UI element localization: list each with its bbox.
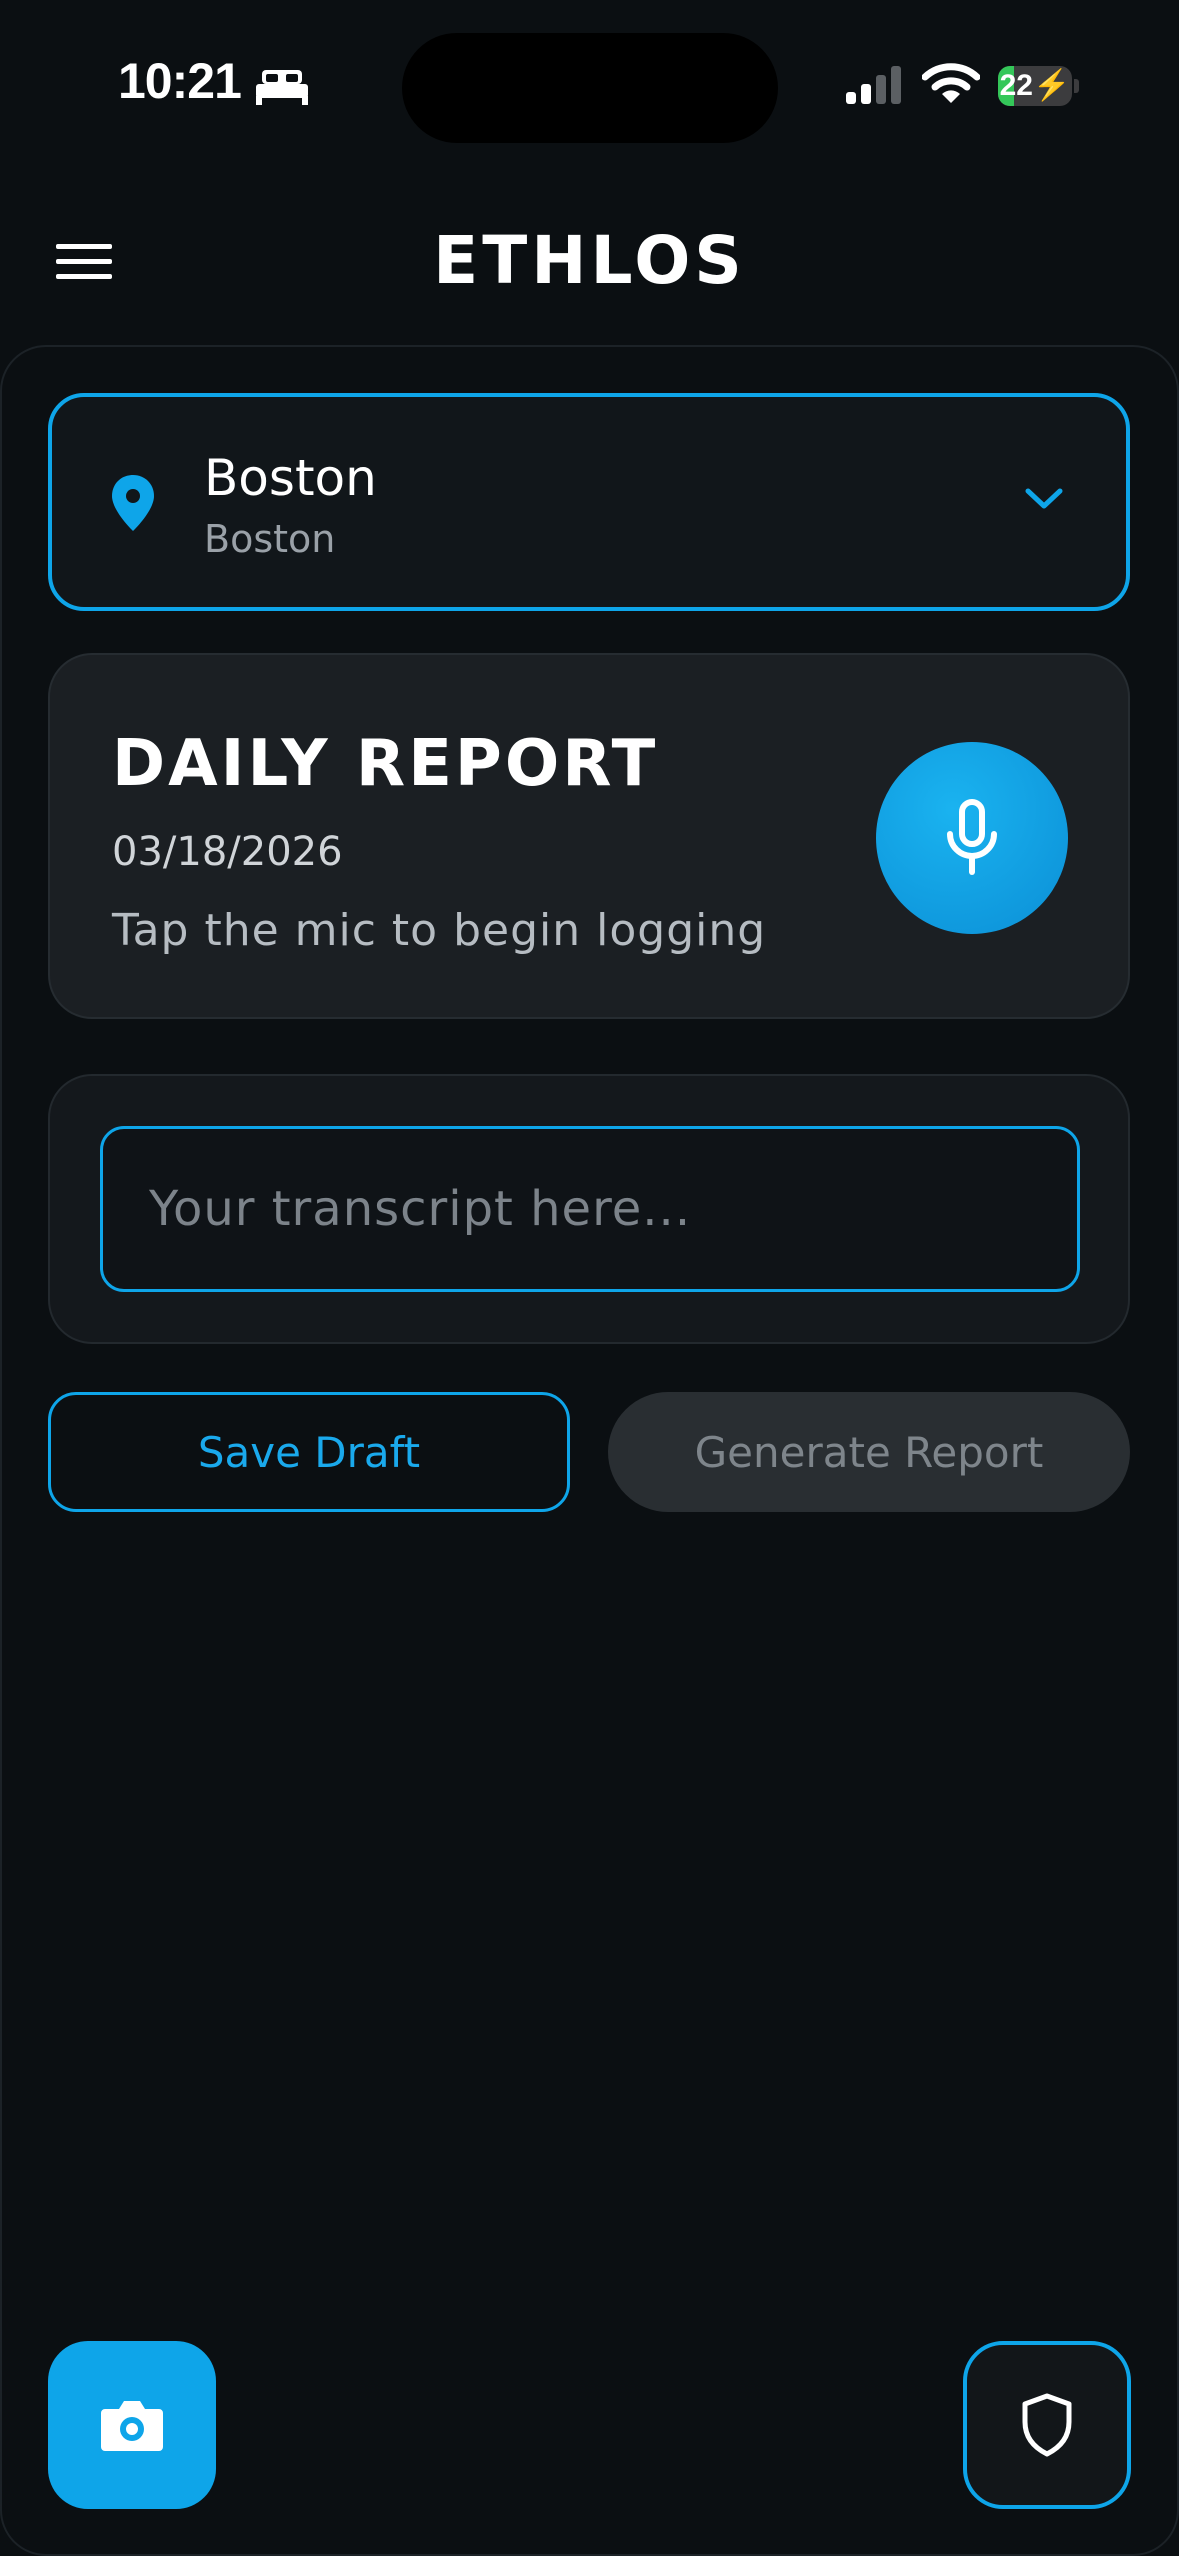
- signal-icon: [846, 66, 901, 104]
- location-selector[interactable]: Boston Boston: [48, 393, 1130, 611]
- battery-percent: 22: [999, 69, 1033, 102]
- save-draft-button[interactable]: Save Draft: [48, 1392, 570, 1512]
- shield-button[interactable]: [963, 2341, 1131, 2509]
- daily-report-card: DAILY REPORT 03/18/2026 Tap the mic to b…: [48, 653, 1130, 1019]
- report-date: 03/18/2026: [112, 829, 343, 875]
- app-screen: 10:21 22⚡ ETHLOS Boston Boston DAILY REP…: [0, 0, 1179, 2556]
- generate-report-button[interactable]: Generate Report: [608, 1392, 1130, 1512]
- bed-icon: [256, 70, 308, 105]
- map-pin-icon: [112, 475, 154, 531]
- app-title: ETHLOS: [433, 222, 746, 299]
- shield-icon: [1022, 2393, 1072, 2457]
- battery-charging-icon: 22⚡: [998, 66, 1079, 106]
- mic-button[interactable]: [876, 742, 1068, 934]
- dynamic-island: [402, 33, 778, 143]
- camera-button[interactable]: [48, 2341, 216, 2509]
- microphone-icon: [947, 799, 997, 875]
- wifi-icon: [922, 63, 980, 103]
- status-time: 10:21: [118, 53, 242, 109]
- transcript-input[interactable]: [100, 1126, 1080, 1292]
- location-subtitle: Boston: [204, 517, 336, 561]
- transcript-card: [48, 1074, 1130, 1344]
- location-name: Boston: [204, 449, 377, 507]
- report-title: DAILY REPORT: [112, 727, 659, 801]
- camera-icon: [101, 2401, 163, 2451]
- chevron-down-icon: [1025, 488, 1063, 509]
- bolt-icon: ⚡: [1033, 69, 1071, 102]
- report-hint: Tap the mic to begin logging: [112, 905, 767, 956]
